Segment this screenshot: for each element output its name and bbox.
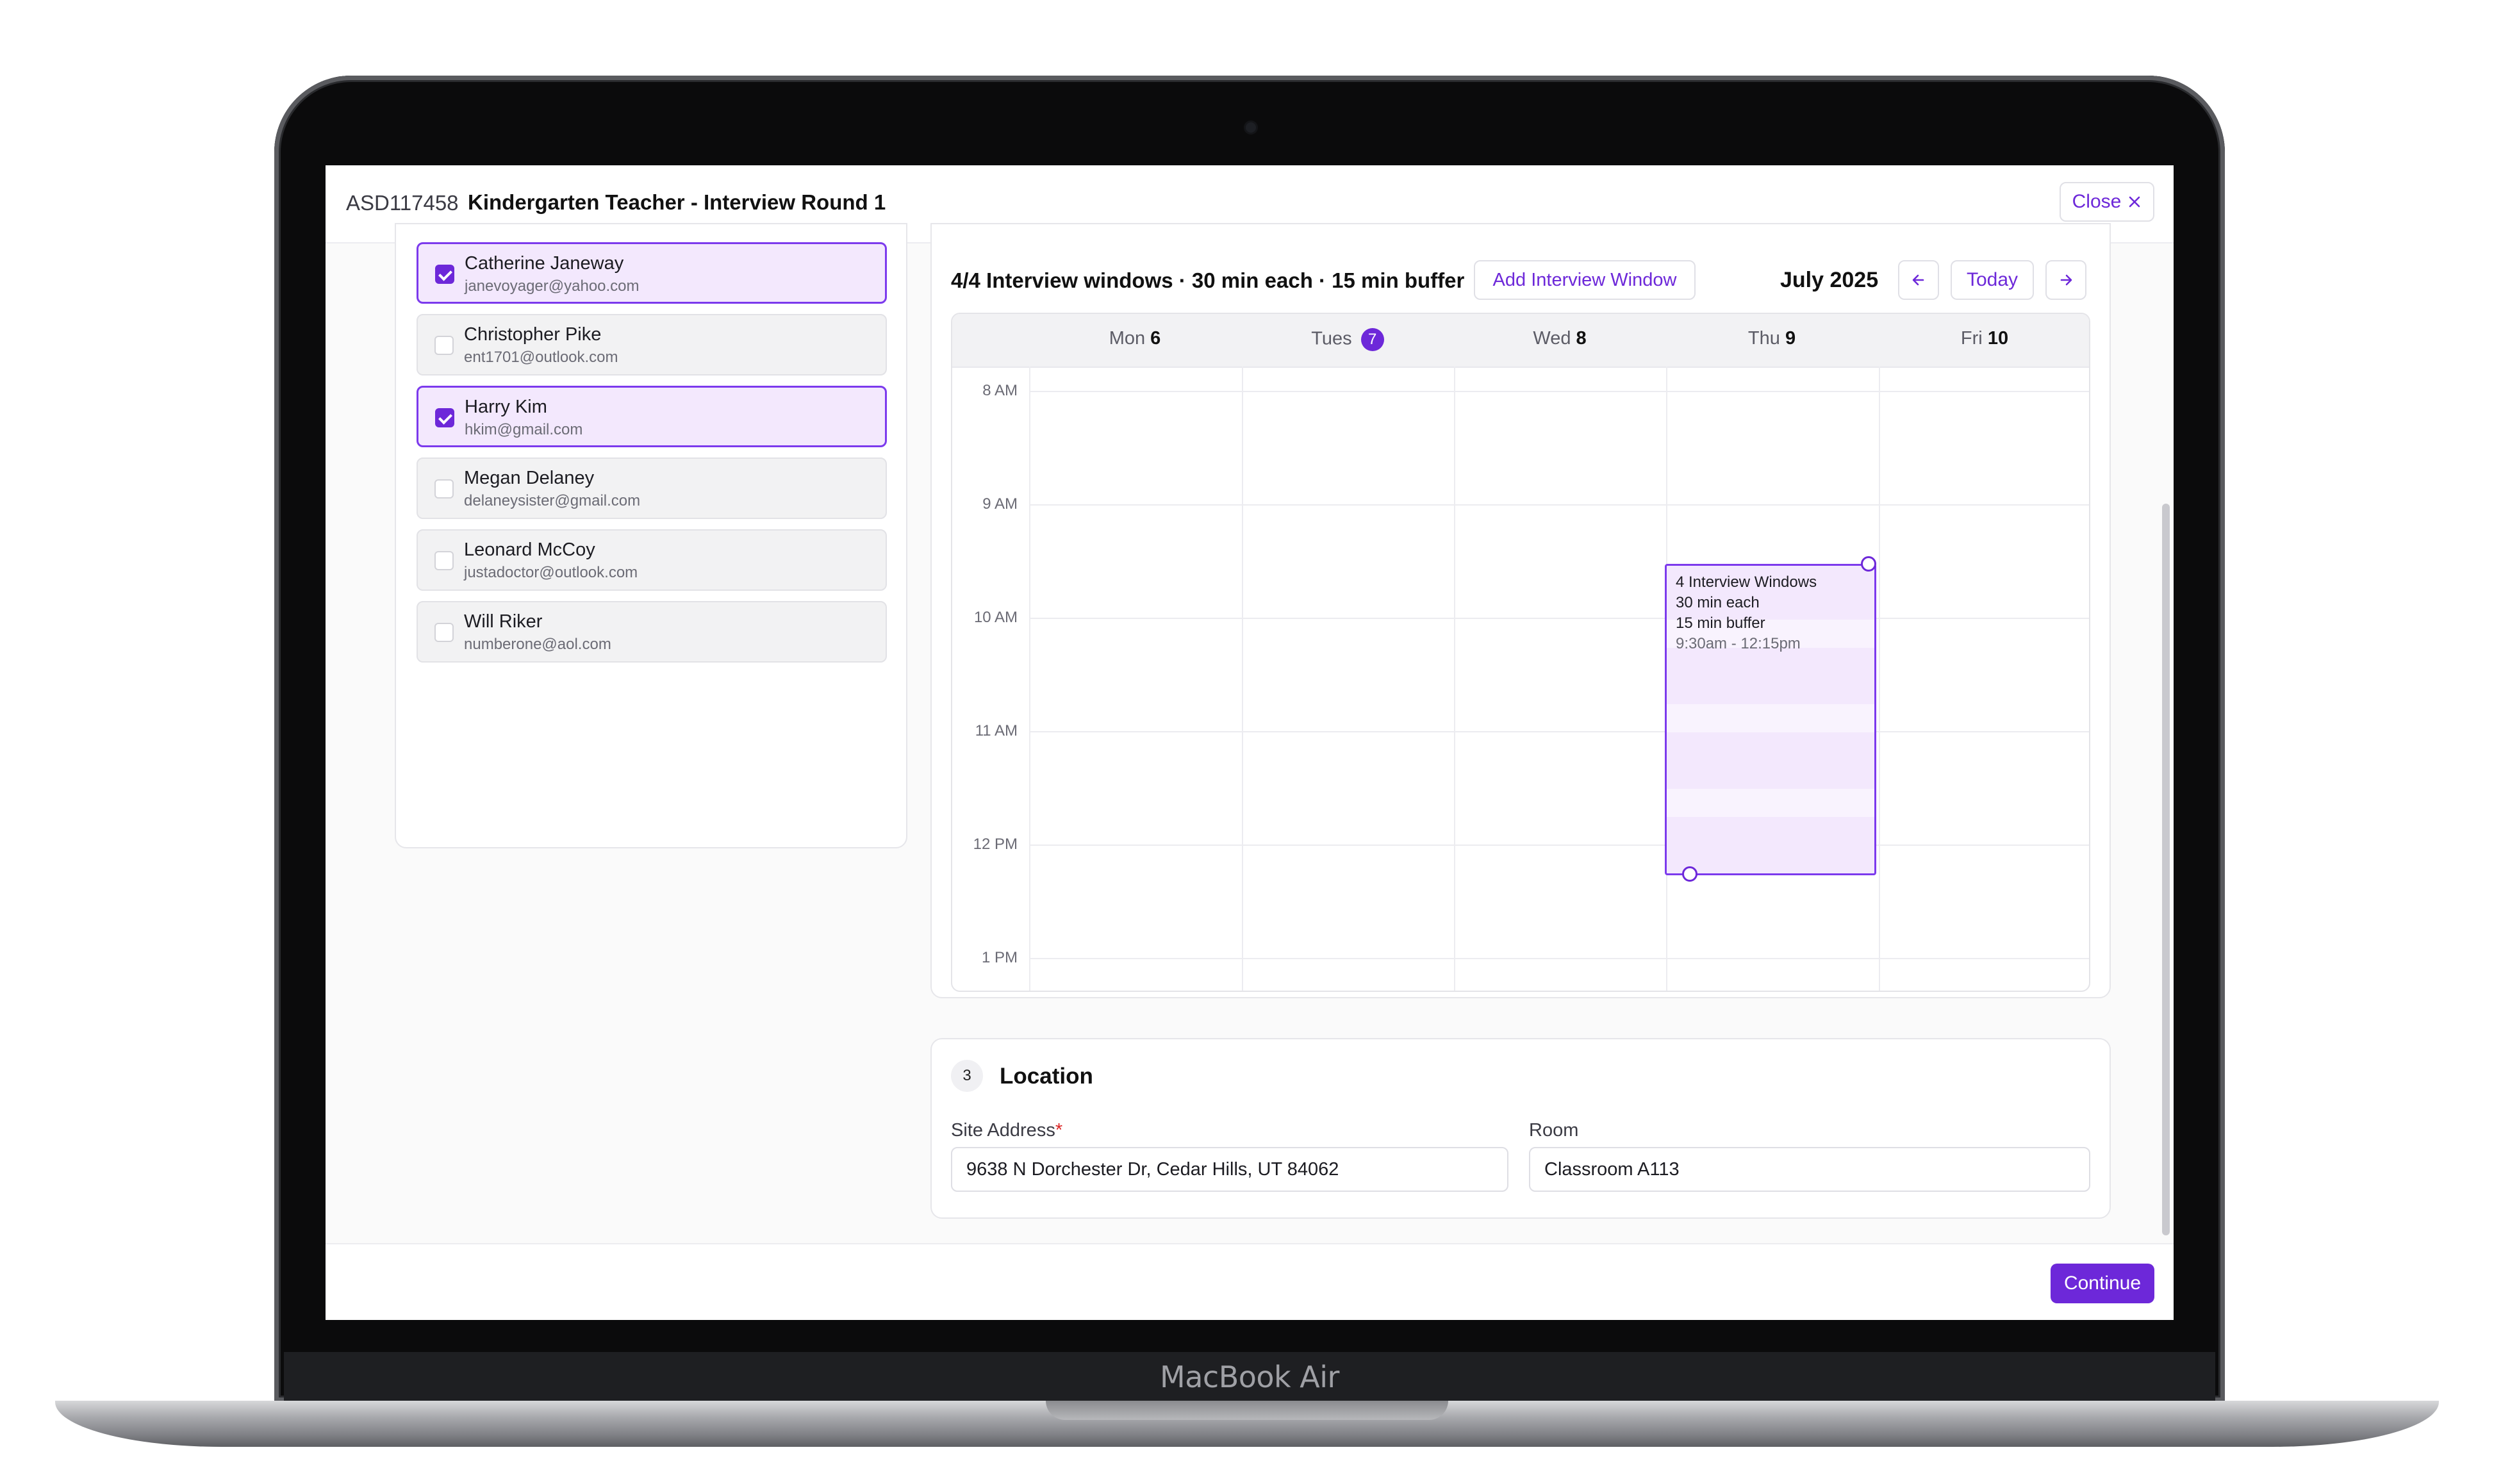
- event-duration: 30 min each: [1676, 594, 1760, 611]
- time-label: 9 AM: [982, 495, 1018, 513]
- previous-week-button[interactable]: [1898, 260, 1939, 300]
- applicant-email: justadoctor@outlook.com: [464, 564, 638, 581]
- room-label: Room: [1529, 1120, 1579, 1141]
- day-header-tue[interactable]: Tues 7: [1242, 328, 1453, 351]
- day-date: 8: [1576, 328, 1587, 349]
- app-screen: ASD117458 Kindergarten Teacher - Intervi…: [326, 165, 2174, 1320]
- device-label: MacBook Air: [1160, 1360, 1339, 1394]
- day-date: 9: [1785, 328, 1796, 349]
- event-buffer: 15 min buffer: [1676, 614, 1765, 632]
- applicant-checkbox[interactable]: [435, 408, 454, 427]
- close-label: Close: [2072, 191, 2122, 212]
- applicant-email: numberone@aol.com: [464, 636, 611, 653]
- time-label: 8 AM: [982, 382, 1018, 399]
- applicant-checkbox[interactable]: [434, 336, 454, 355]
- arrow-right-icon: [2060, 274, 2072, 286]
- applicant-checkbox[interactable]: [434, 479, 454, 499]
- applicant-checkbox[interactable]: [435, 265, 454, 284]
- room-input[interactable]: Classroom A113: [1529, 1147, 2090, 1192]
- applicant-name: Leonard McCoy: [464, 540, 595, 560]
- applicant-card[interactable]: Will Riker numberone@aol.com: [417, 601, 887, 663]
- day-name: Fri: [1960, 328, 1983, 349]
- day-header-fri[interactable]: Fri 10: [1879, 328, 2089, 349]
- scrollbar[interactable]: [2162, 504, 2170, 1235]
- day-name: Wed: [1533, 328, 1571, 349]
- close-icon: [2129, 196, 2140, 208]
- applicant-name: Christopher Pike: [464, 324, 602, 345]
- resize-handle-top[interactable]: [1861, 556, 1876, 572]
- time-label: 11 AM: [975, 722, 1018, 739]
- applicant-name: Harry Kim: [465, 397, 547, 417]
- next-week-button[interactable]: [2045, 260, 2086, 300]
- event-time-range: 9:30am - 12:15pm: [1676, 635, 1801, 652]
- day-name: Tues: [1311, 328, 1352, 349]
- day-header-mon[interactable]: Mon 6: [1029, 328, 1241, 349]
- site-address-label-text: Site Address: [951, 1120, 1055, 1141]
- applicant-email: janevoyager@yahoo.com: [465, 277, 640, 295]
- laptop-bezel: MacBook Air: [284, 1352, 2215, 1402]
- month-label: July 2025: [1780, 268, 1879, 292]
- applicant-email: ent1701@outlook.com: [464, 349, 618, 366]
- interview-summary: 4/4 Interview windows · 30 min each · 15…: [951, 268, 1465, 292]
- applicant-name: Will Riker: [464, 611, 543, 632]
- buffer-band: [1667, 789, 1874, 817]
- hour-line: [1029, 958, 2089, 959]
- day-name: Thu: [1747, 328, 1780, 349]
- section-title: Location: [1000, 1064, 1093, 1089]
- hour-line: [1029, 845, 2089, 846]
- close-button[interactable]: Close: [2060, 182, 2154, 222]
- required-indicator: *: [1055, 1120, 1063, 1141]
- day-header-thu[interactable]: Thu 9: [1666, 328, 1878, 349]
- laptop-hinge-notch: [1046, 1401, 1448, 1420]
- applicant-name: Catherine Janeway: [465, 253, 624, 274]
- applicant-checkbox[interactable]: [434, 623, 454, 642]
- hour-line: [1029, 618, 2089, 619]
- applicant-email: delaneysister@gmail.com: [464, 492, 641, 509]
- job-id: ASD117458: [346, 191, 459, 215]
- site-address-label: Site Address*: [951, 1120, 1062, 1141]
- day-header-wed[interactable]: Wed 8: [1454, 328, 1665, 349]
- day-name: Mon: [1109, 328, 1146, 349]
- step-number-badge: 3: [951, 1060, 983, 1092]
- page-title: Kindergarten Teacher - Interview Round 1: [468, 190, 886, 214]
- column-divider: [1029, 367, 1030, 991]
- calendar-grid: Mon 6 Tues 7 Wed 8 Thu 9 Fri 10 8 AM 9 A…: [951, 313, 2090, 992]
- applicant-email: hkim@gmail.com: [465, 421, 583, 438]
- hour-line: [1029, 391, 2089, 392]
- event-title: 4 Interview Windows: [1676, 573, 1817, 591]
- today-date-badge: 7: [1360, 328, 1384, 351]
- continue-button[interactable]: Continue: [2051, 1264, 2154, 1303]
- time-label: 1 PM: [981, 949, 1018, 966]
- column-divider: [1454, 367, 1455, 991]
- time-label: 12 PM: [973, 836, 1018, 853]
- interview-window-block[interactable]: 4 Interview Windows 30 min each 15 min b…: [1665, 564, 1876, 875]
- resize-handle-bottom[interactable]: [1682, 866, 1697, 882]
- applicant-card[interactable]: Christopher Pike ent1701@outlook.com: [417, 314, 887, 375]
- arrow-left-icon: [1912, 274, 1924, 286]
- hour-line: [1029, 504, 2089, 506]
- today-button[interactable]: Today: [1951, 260, 2034, 300]
- add-interview-window-button[interactable]: Add Interview Window: [1474, 260, 1696, 300]
- site-address-input[interactable]: 9638 N Dorchester Dr, Cedar Hills, UT 84…: [951, 1147, 1508, 1192]
- column-divider: [1879, 367, 1880, 991]
- column-divider: [1242, 367, 1243, 991]
- day-date: 6: [1150, 328, 1161, 349]
- day-header-row: Mon 6 Tues 7 Wed 8 Thu 9 Fri 10: [952, 314, 2089, 368]
- applicant-card[interactable]: Harry Kim hkim@gmail.com: [417, 386, 887, 447]
- applicant-name: Megan Delaney: [464, 468, 595, 488]
- applicant-card[interactable]: Megan Delaney delaneysister@gmail.com: [417, 458, 887, 519]
- applicant-card[interactable]: Leonard McCoy justadoctor@outlook.com: [417, 529, 887, 591]
- applicant-card[interactable]: Catherine Janeway janevoyager@yahoo.com: [417, 242, 887, 304]
- camera-icon: [1246, 122, 1256, 133]
- buffer-band: [1667, 704, 1874, 732]
- hour-line: [1029, 731, 2089, 732]
- modal-footer: [326, 1243, 2174, 1320]
- time-label: 10 AM: [973, 609, 1018, 626]
- day-date: 10: [1987, 328, 2009, 349]
- applicant-checkbox[interactable]: [434, 551, 454, 570]
